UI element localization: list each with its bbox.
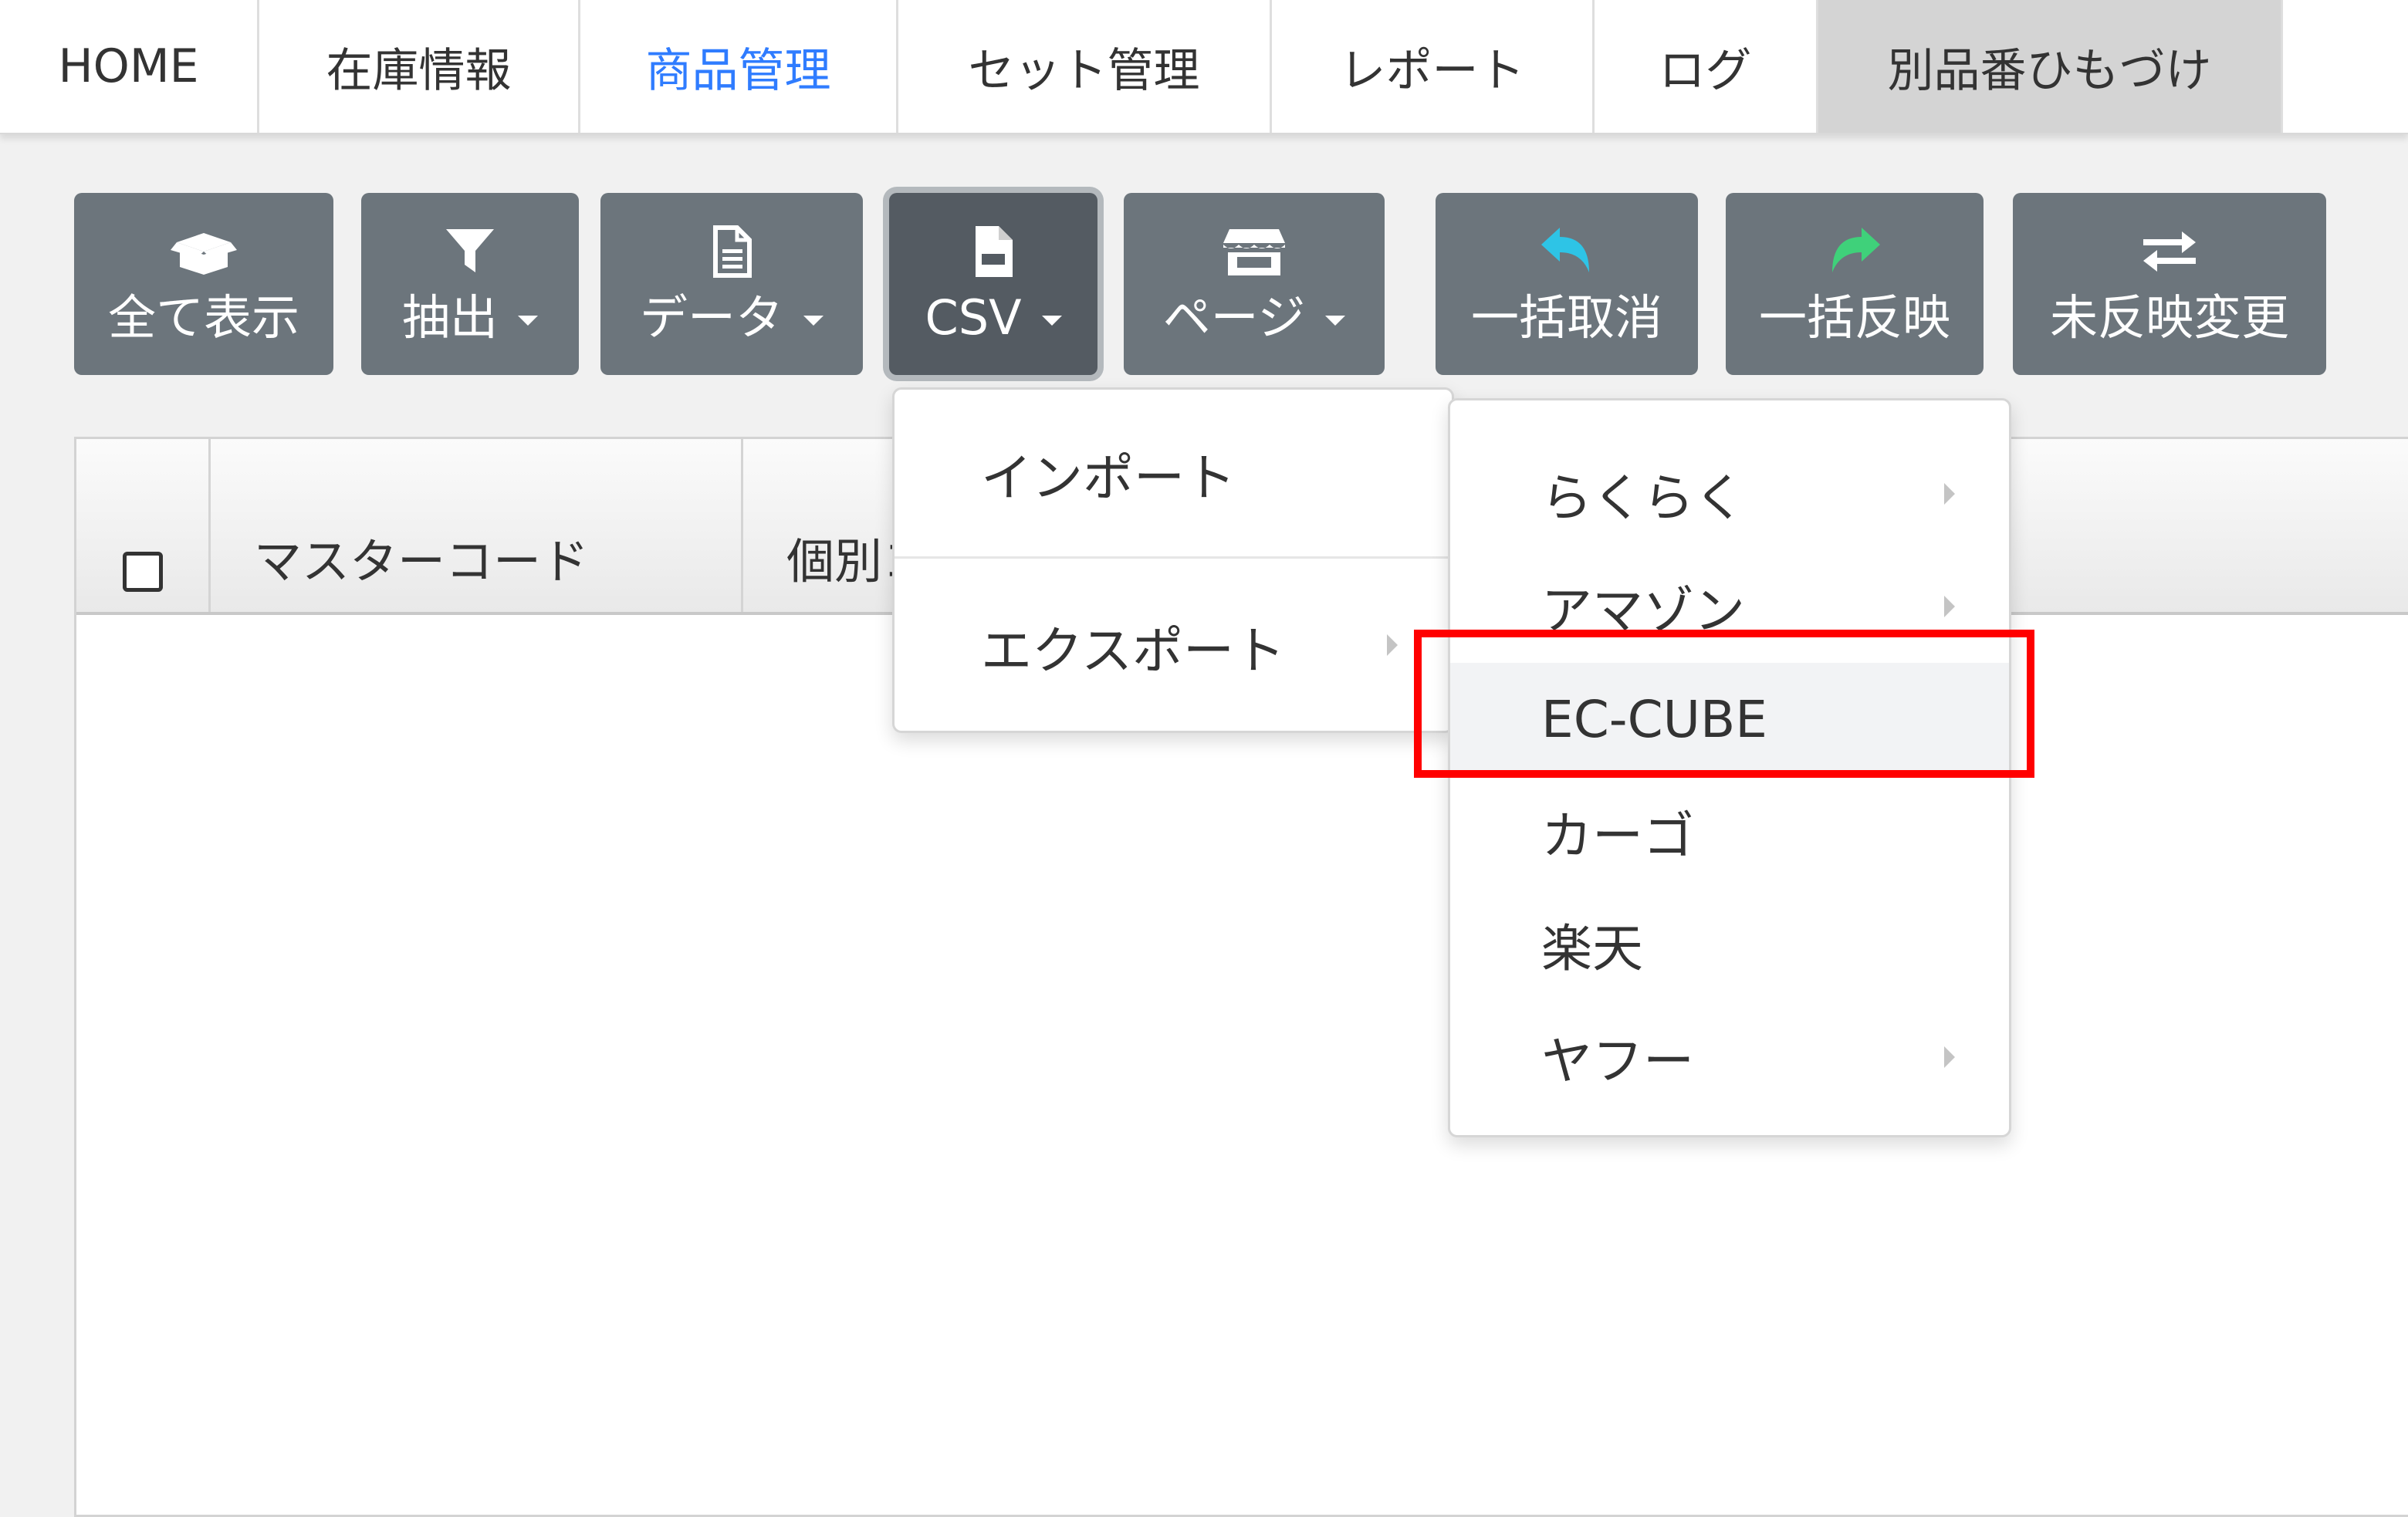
redo-arrow-icon xyxy=(1826,223,1883,280)
show-all-label: 全て表示 xyxy=(107,289,299,346)
nav-report[interactable]: レポート xyxy=(1272,0,1595,133)
header-master-code[interactable]: マスターコード xyxy=(211,439,743,612)
menu-item-export-label: エクスポート xyxy=(981,621,1286,681)
export-submenu: らくらく アマゾン EC-CUBE カーゴ 楽天 ヤフー xyxy=(1448,398,2011,1137)
submenu-item-rakuten-label: 楽天 xyxy=(1541,919,1643,978)
page-button[interactable]: ページ xyxy=(1124,193,1385,375)
menu-item-import-label: インポート xyxy=(981,448,1236,508)
csv-label: CSV xyxy=(925,289,1022,346)
document-icon xyxy=(711,223,752,280)
submenu-item-rakuten[interactable]: 楽天 xyxy=(1450,888,2009,1001)
filter-label: 抽出 xyxy=(401,289,498,346)
exchange-arrows-icon xyxy=(2139,223,2200,280)
csv-button[interactable]: CSV xyxy=(889,193,1097,375)
open-box-icon xyxy=(169,223,238,280)
submenu-item-amazon[interactable]: アマゾン xyxy=(1450,550,2009,663)
chevron-down-icon xyxy=(518,315,538,326)
nav-product-management[interactable]: 商品管理 xyxy=(580,0,898,133)
submenu-item-yahoo[interactable]: ヤフー xyxy=(1450,1001,2009,1113)
submenu-arrow-icon xyxy=(1944,596,1955,617)
menu-item-export[interactable]: エクスポート xyxy=(895,583,1452,711)
unapplied-changes-label: 未反映変更 xyxy=(2049,289,2289,346)
show-all-button[interactable]: 全て表示 xyxy=(74,193,333,375)
store-icon xyxy=(1222,223,1287,280)
submenu-arrow-icon xyxy=(1387,634,1398,656)
submenu-arrow-icon xyxy=(1944,483,1955,505)
submenu-item-cargo-label: カーゴ xyxy=(1541,806,1694,866)
submenu-item-cargo[interactable]: カーゴ xyxy=(1450,775,2009,888)
menu-item-import[interactable]: インポート xyxy=(895,410,1452,538)
submenu-item-ec-cube-label: EC-CUBE xyxy=(1541,689,1767,749)
undo-arrow-icon xyxy=(1538,223,1595,280)
bulk-cancel-label: 一括取消 xyxy=(1470,289,1662,346)
nav-alternate-code-link[interactable]: 別品番ひもづけ xyxy=(1818,0,2283,133)
data-button[interactable]: データ xyxy=(600,193,863,375)
filter-icon xyxy=(443,223,497,280)
nav-log[interactable]: ログ xyxy=(1595,0,1818,133)
select-all-checkbox[interactable] xyxy=(122,552,163,592)
bulk-cancel-button[interactable]: 一括取消 xyxy=(1436,193,1698,375)
filter-button[interactable]: 抽出 xyxy=(361,193,579,375)
csv-file-icon xyxy=(972,223,1014,280)
select-all-header xyxy=(76,439,211,612)
top-navigation: HOME 在庫情報 商品管理 セット管理 レポート ログ 別品番ひもづけ xyxy=(0,0,2408,134)
chevron-down-icon xyxy=(803,315,824,326)
data-label: データ xyxy=(639,289,783,346)
submenu-item-ec-cube[interactable]: EC-CUBE xyxy=(1450,663,2009,775)
nav-home[interactable]: HOME xyxy=(0,0,259,133)
unapplied-changes-button[interactable]: 未反映変更 xyxy=(2013,193,2326,375)
submenu-item-yahoo-label: ヤフー xyxy=(1541,1032,1694,1091)
page-label: ページ xyxy=(1162,289,1306,346)
csv-dropdown-menu: インポート エクスポート xyxy=(892,387,1454,733)
nav-stock-info[interactable]: 在庫情報 xyxy=(259,0,580,133)
submenu-item-amazon-label: アマゾン xyxy=(1541,581,1745,640)
chevron-down-icon xyxy=(1041,315,1062,326)
chevron-down-icon xyxy=(1325,315,1346,326)
menu-divider xyxy=(895,556,1452,559)
submenu-arrow-icon xyxy=(1944,1046,1955,1068)
bulk-apply-label: 一括反映 xyxy=(1758,289,1950,346)
submenu-item-rakuraku-label: らくらく xyxy=(1541,468,1745,528)
bulk-apply-button[interactable]: 一括反映 xyxy=(1726,193,1984,375)
nav-set-management[interactable]: セット管理 xyxy=(898,0,1272,133)
submenu-item-rakuraku[interactable]: らくらく xyxy=(1450,438,2009,550)
